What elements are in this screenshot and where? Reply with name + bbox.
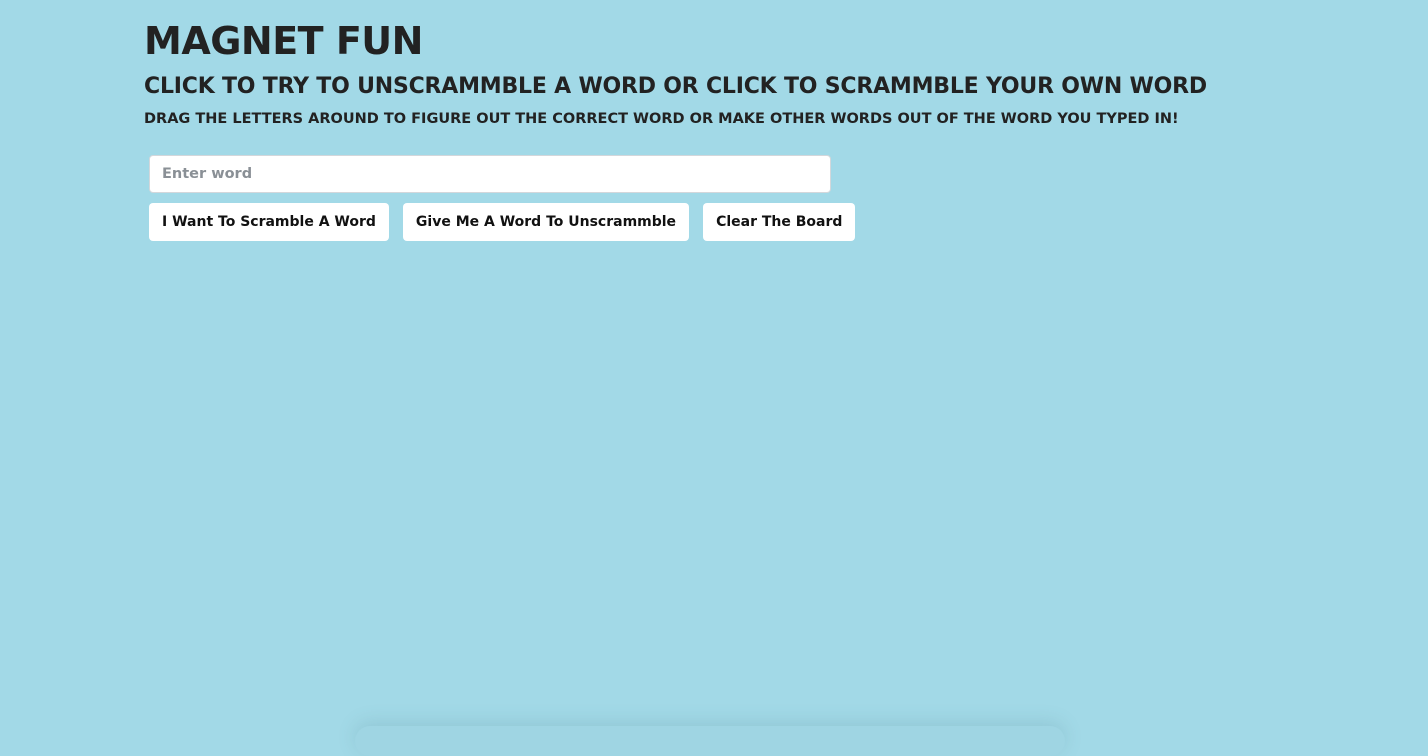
scramble-word-button[interactable]: I Want To Scramble A Word	[149, 203, 389, 241]
word-input[interactable]	[149, 155, 831, 193]
clear-board-button[interactable]: Clear The Board	[703, 203, 856, 241]
header: MAGNET FUN CLICK TO TRY TO UNSCRAMMBLE A…	[144, 18, 1244, 130]
magnet-board[interactable]	[355, 726, 1065, 756]
page-subtitle: CLICK TO TRY TO UNSCRAMMBLE A WORD OR CL…	[144, 74, 1207, 99]
action-buttons: I Want To Scramble A Word Give Me A Word…	[149, 203, 856, 241]
instructions-text: DRAG THE LETTERS AROUND TO FIGURE OUT TH…	[144, 111, 1179, 127]
page-title: MAGNET FUN	[144, 19, 423, 63]
unscramble-word-button[interactable]: Give Me A Word To Unscrammble	[402, 203, 690, 241]
word-input-container	[149, 155, 831, 193]
